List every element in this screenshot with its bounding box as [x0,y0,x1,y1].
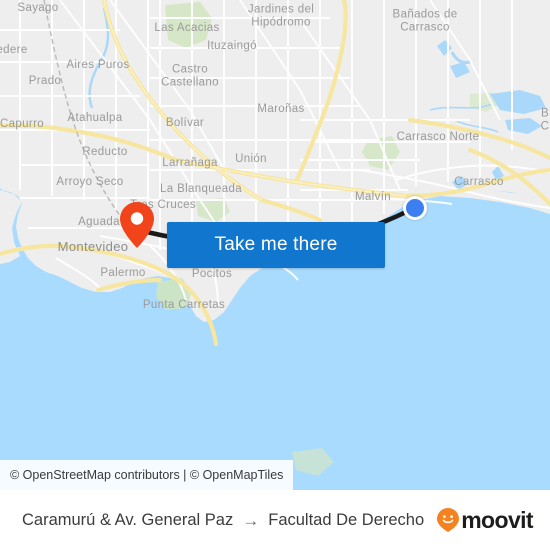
destination-dot[interactable] [403,196,427,220]
footer-bar: Caramurú & Av. General Paz → Facultad De… [0,490,550,550]
arrow-right-icon: → [242,510,260,530]
origin-pin[interactable] [120,202,154,248]
map-share-card: Sayago Las Acacias Jardines del Hipódromo B… [0,0,550,550]
moovit-logo[interactable]: moovit [437,506,534,533]
trip-destination-label: Facultad De Derecho [268,510,425,529]
map-canvas[interactable]: Sayago Las Acacias Jardines del Hipódromo B… [0,0,550,490]
take-me-there-button[interactable]: Take me there [167,222,385,268]
moovit-pin-icon [437,508,460,532]
trip-summary: Caramurú & Av. General Paz → Facultad De… [22,511,424,530]
attribution-text: © OpenStreetMap contributors | © OpenMap… [10,468,284,482]
map-attribution: © OpenStreetMap contributors | © OpenMap… [0,460,294,490]
trip-origin-label: Caramurú & Av. General Paz [22,510,234,529]
moovit-wordmark: moovit [461,506,533,533]
